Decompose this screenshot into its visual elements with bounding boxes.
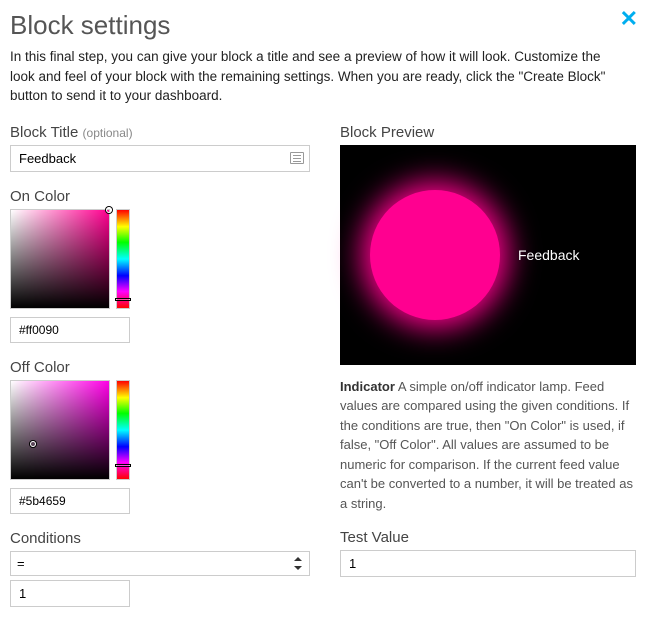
test-value-label: Test Value: [340, 529, 636, 546]
conditions-operator-select[interactable]: =: [10, 551, 310, 576]
block-title-label: Block Title (optional): [10, 124, 310, 141]
intro-text: In this final step, you can give your bl…: [10, 47, 620, 106]
on-color-satval-picker[interactable]: [10, 209, 110, 309]
close-icon[interactable]: ✕: [620, 6, 638, 32]
indicator-description-body: A simple on/off indicator lamp. Feed val…: [340, 379, 633, 511]
off-color-cursor[interactable]: [30, 441, 36, 447]
preview-lamp-label: Feedback: [518, 247, 579, 263]
off-color-hue-cursor[interactable]: [115, 464, 131, 467]
on-color-hue-cursor[interactable]: [115, 298, 131, 301]
form-icon: [290, 152, 304, 164]
test-value-input[interactable]: [340, 550, 636, 577]
off-color-satval-picker[interactable]: [10, 380, 110, 480]
off-color-label: Off Color: [10, 359, 310, 376]
page-title: Block settings: [10, 10, 636, 41]
indicator-description-title: Indicator: [340, 379, 395, 394]
preview-lamp: [370, 190, 500, 320]
on-color-hex-input[interactable]: [10, 317, 130, 343]
block-title-input[interactable]: [10, 145, 310, 172]
off-color-hue-slider[interactable]: [116, 380, 130, 480]
off-color-hex-input[interactable]: [10, 488, 130, 514]
block-title-optional: (optional): [83, 126, 133, 140]
conditions-label: Conditions: [10, 530, 310, 547]
indicator-description: Indicator A simple on/off indicator lamp…: [340, 377, 636, 514]
block-title-label-text: Block Title: [10, 124, 78, 141]
block-preview-label: Block Preview: [340, 124, 636, 141]
on-color-label: On Color: [10, 188, 310, 205]
block-preview: Feedback: [340, 145, 636, 365]
on-color-cursor[interactable]: [106, 207, 112, 213]
on-color-hue-slider[interactable]: [116, 209, 130, 309]
conditions-value-input[interactable]: [10, 580, 130, 607]
